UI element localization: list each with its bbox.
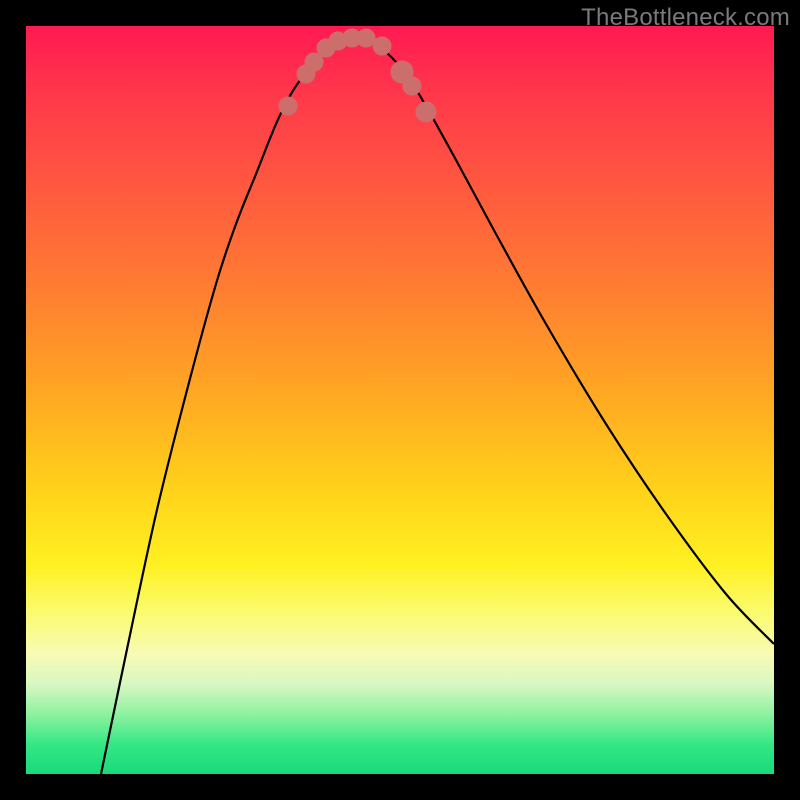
data-marker <box>416 102 436 122</box>
marker-group <box>279 29 436 122</box>
data-marker <box>373 37 391 55</box>
watermark-text: TheBottleneck.com <box>581 4 790 32</box>
data-marker <box>357 29 375 47</box>
chart-frame: TheBottleneck.com <box>0 0 800 800</box>
bottleneck-curve-path <box>101 38 774 775</box>
chart-plot-area <box>26 26 774 774</box>
data-marker <box>279 97 297 115</box>
chart-svg <box>26 26 774 774</box>
data-marker <box>305 53 323 71</box>
data-marker <box>403 77 421 95</box>
